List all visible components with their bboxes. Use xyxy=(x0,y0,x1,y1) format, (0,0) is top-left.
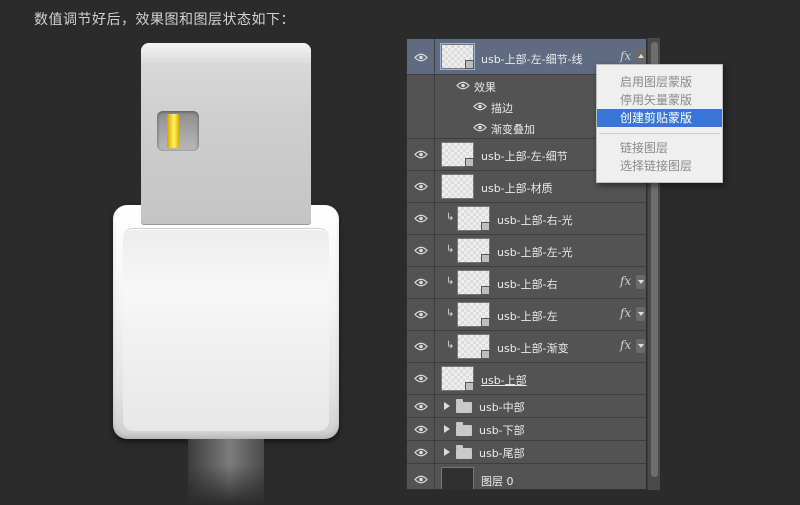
effects-label: 效果 xyxy=(474,81,496,94)
eye-icon[interactable] xyxy=(414,425,428,434)
layer-thumbnail xyxy=(457,238,490,263)
layer-thumbnail xyxy=(440,43,475,70)
eye-icon[interactable] xyxy=(414,475,428,484)
layer-name: usb-下部 xyxy=(479,424,525,437)
folder-icon xyxy=(456,422,472,436)
expand-effects-button[interactable] xyxy=(636,275,645,289)
layer-name: usb-上部-渐变 xyxy=(497,342,569,355)
expand-effects-button[interactable] xyxy=(636,339,645,353)
menu-item-disable-vector-mask[interactable]: 停用矢量蒙版 xyxy=(597,91,722,109)
fx-icon[interactable]: fx xyxy=(620,306,631,320)
layer-row-7[interactable]: ↳ usb-上部-渐变 fx xyxy=(407,331,646,363)
clipping-arrow-icon: ↳ xyxy=(446,212,455,223)
fx-icon[interactable]: fx xyxy=(620,274,631,288)
layer-group-row-10[interactable]: usb-下部 xyxy=(407,418,646,441)
menu-separator xyxy=(599,133,720,134)
eye-icon[interactable] xyxy=(414,214,428,223)
eye-icon[interactable] xyxy=(414,150,428,159)
eye-icon[interactable] xyxy=(473,123,487,132)
usb-metal-top xyxy=(141,43,311,225)
eye-icon[interactable] xyxy=(414,182,428,191)
layer-thumbnail xyxy=(441,174,474,199)
eye-icon[interactable] xyxy=(414,374,428,383)
layer-name: usb-尾部 xyxy=(479,447,525,460)
folder-icon xyxy=(456,399,472,413)
usb-hole xyxy=(157,111,199,151)
clipping-arrow-icon: ↳ xyxy=(446,308,455,319)
layer-row-6[interactable]: ↳ usb-上部-左 fx xyxy=(407,299,646,331)
layer-thumbnail xyxy=(441,467,474,489)
layer-name: usb-中部 xyxy=(479,401,525,414)
eye-icon[interactable] xyxy=(456,81,470,90)
fx-icon[interactable]: fx xyxy=(620,49,631,63)
layer-name: 图层 0 xyxy=(481,475,514,488)
expand-triangle-icon[interactable] xyxy=(444,448,450,456)
layer-thumbnail xyxy=(441,142,474,167)
menu-item-link-layers[interactable]: 链接图层 xyxy=(597,139,722,157)
menu-item-create-clipping-mask[interactable]: 创建剪贴蒙版 xyxy=(597,109,722,127)
layer-group-row-9[interactable]: usb-中部 xyxy=(407,395,646,418)
layer-thumbnail xyxy=(457,334,490,359)
menu-item-enable-layer-mask[interactable]: 启用图层蒙版 xyxy=(597,73,722,91)
layer-thumbnail xyxy=(457,206,490,231)
eye-icon[interactable] xyxy=(414,310,428,319)
usb-illustration xyxy=(0,0,400,505)
eye-icon[interactable] xyxy=(414,53,428,62)
layer-row-5[interactable]: ↳ usb-上部-右 fx xyxy=(407,267,646,299)
eye-icon[interactable] xyxy=(414,448,428,457)
expand-effects-button[interactable] xyxy=(636,307,645,321)
expand-triangle-icon[interactable] xyxy=(444,402,450,410)
layer-name: usb-上部 xyxy=(481,374,527,387)
usb-body xyxy=(113,205,339,439)
usb-cable xyxy=(188,439,264,505)
layer-name: usb-上部-右 xyxy=(497,278,558,291)
layer-row-4[interactable]: ↳ usb-上部-左-光 xyxy=(407,235,646,267)
layer-thumbnail xyxy=(457,302,490,327)
context-menu: 启用图层蒙版 停用矢量蒙版 创建剪贴蒙版 链接图层 选择链接图层 xyxy=(596,64,723,183)
eye-icon[interactable] xyxy=(473,102,487,111)
layer-row-12[interactable]: 图层 0 xyxy=(407,464,646,489)
layer-thumbnail xyxy=(457,270,490,295)
eye-icon[interactable] xyxy=(414,246,428,255)
fx-icon[interactable]: fx xyxy=(620,338,631,352)
collapse-effects-button[interactable] xyxy=(636,49,645,63)
eye-icon[interactable] xyxy=(414,342,428,351)
menu-item-select-linked-layers[interactable]: 选择链接图层 xyxy=(597,157,722,175)
layer-name: usb-上部-材质 xyxy=(481,182,553,195)
usb-pin xyxy=(167,114,179,148)
effect-gradient-label: 渐变叠加 xyxy=(491,123,535,136)
clipping-arrow-icon: ↳ xyxy=(446,340,455,351)
folder-icon xyxy=(456,445,472,459)
layer-name: usb-上部-左 xyxy=(497,310,558,323)
effect-stroke-label: 描边 xyxy=(491,102,513,115)
expand-triangle-icon[interactable] xyxy=(444,425,450,433)
layer-row-8[interactable]: usb-上部 xyxy=(407,363,646,395)
eye-icon[interactable] xyxy=(414,402,428,411)
clipping-arrow-icon: ↳ xyxy=(446,244,455,255)
usb-rim xyxy=(123,229,329,431)
layer-name: usb-上部-左-光 xyxy=(497,246,573,259)
layer-group-row-11[interactable]: usb-尾部 xyxy=(407,441,646,464)
layer-name: usb-上部-右-光 xyxy=(497,214,573,227)
clipping-arrow-icon: ↳ xyxy=(446,276,455,287)
layer-name: usb-上部-左-细节-线 xyxy=(481,53,583,66)
eye-icon[interactable] xyxy=(414,278,428,287)
layer-row-3[interactable]: ↳ usb-上部-右-光 xyxy=(407,203,646,235)
layer-name: usb-上部-左-细节 xyxy=(481,150,568,163)
layer-thumbnail xyxy=(441,366,474,391)
